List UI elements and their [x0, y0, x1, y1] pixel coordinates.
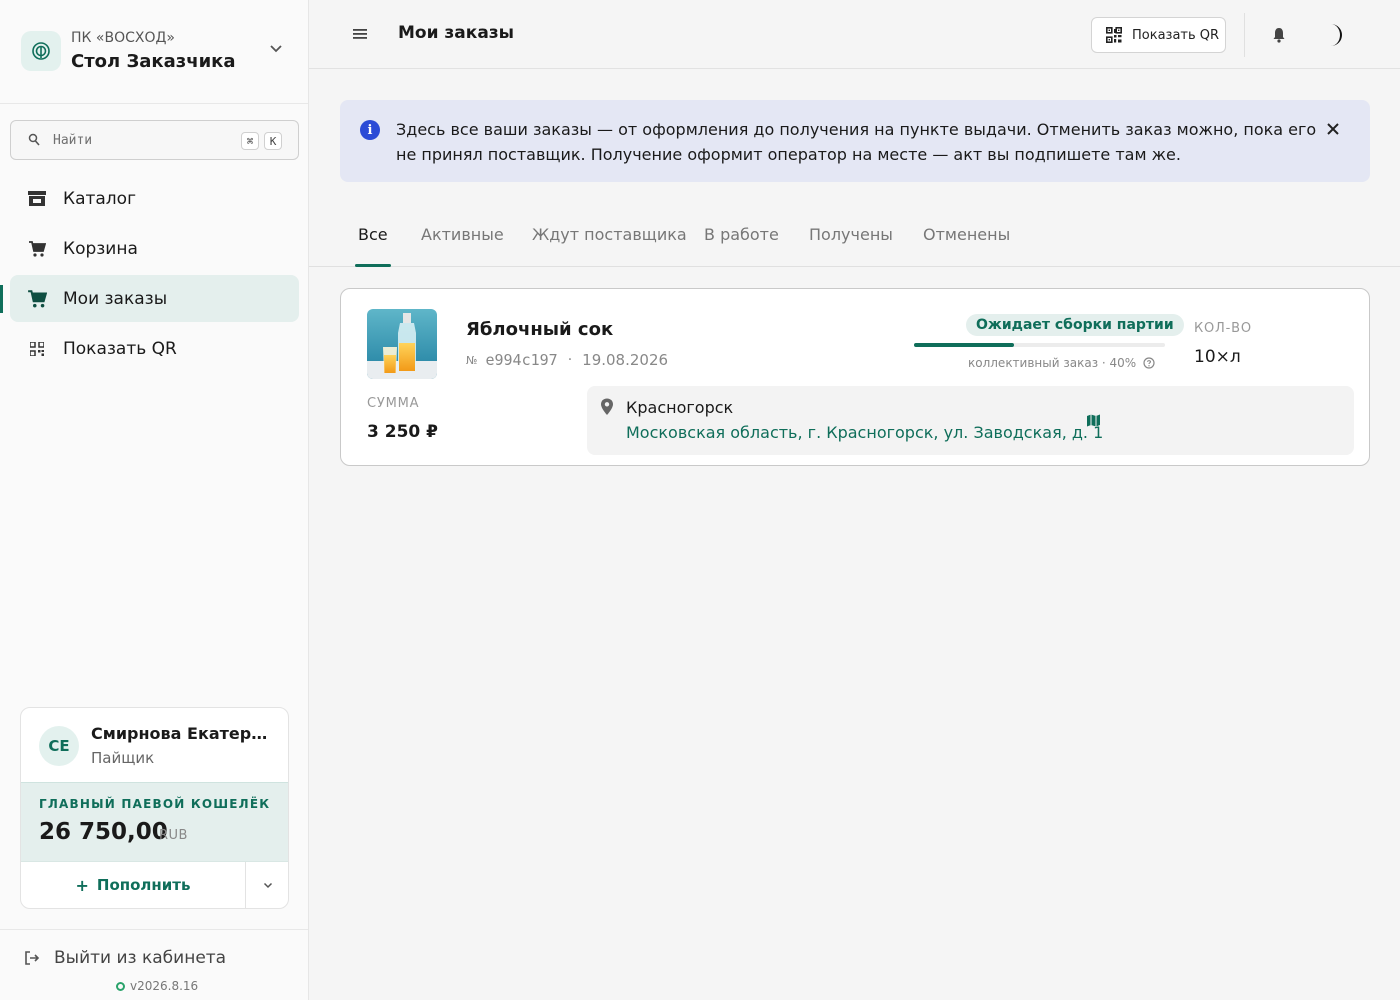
shortcut-cmd-key: ⌘ — [241, 132, 259, 150]
tab-received[interactable]: Получены — [809, 225, 893, 244]
progress-note-text: коллективный заказ · 40% — [968, 356, 1137, 370]
chevron-down-icon[interactable] — [268, 40, 284, 56]
location-pin-icon — [601, 398, 613, 415]
order-date: 19.08.2026 — [582, 351, 669, 369]
brand-switcher[interactable]: ПК «ВОСХОД» Стол Заказчика — [0, 0, 308, 104]
user-name: Смирнова Екатерина — [91, 724, 276, 743]
sidebar-item-cart[interactable]: Корзина — [10, 225, 299, 272]
sidebar-item-label: Корзина — [63, 238, 138, 259]
user-role: Пайщик — [91, 749, 155, 767]
order-tabs: Все Активные Ждут поставщика В работе По… — [309, 205, 1400, 267]
meta-separator: · — [567, 352, 573, 368]
brand-org: ПК «ВОСХОД» — [71, 30, 175, 46]
progress-fill — [914, 343, 1015, 347]
header-divider — [1244, 13, 1245, 57]
logout-button[interactable]: Выйти из кабинета — [24, 948, 226, 968]
product-image — [367, 309, 437, 379]
quantity-value: 10×л — [1194, 347, 1241, 367]
sum-value: 3 250 ₽ — [367, 422, 438, 442]
active-nav-indicator — [0, 285, 3, 313]
plus-icon: + — [75, 875, 89, 895]
avatar: СЕ — [39, 726, 79, 766]
wallet-panel: ГЛАВНЫЙ ПАЕВОЙ КОШЕЛЁК 26 750,00 RUB — [21, 782, 288, 862]
tab-in-progress[interactable]: В работе — [704, 225, 779, 244]
progress-note: коллективный заказ · 40% — [968, 356, 1155, 370]
number-sign: № — [466, 353, 478, 367]
cart-icon — [27, 239, 47, 259]
order-card[interactable]: Яблочный сок № e994c197 · 19.08.2026 Ожи… — [340, 288, 1370, 466]
cart-icon — [27, 289, 47, 309]
brand-logo-icon — [21, 31, 61, 71]
status-badge: Ожидает сборки партии — [966, 314, 1184, 336]
sidebar-item-label: Мои заказы — [63, 288, 168, 309]
help-icon[interactable] — [1143, 357, 1155, 369]
sidebar-item-show-qr[interactable]: Показать QR — [10, 325, 299, 372]
sidebar-item-label: Каталог — [63, 188, 137, 209]
topup-label: Пополнить — [96, 876, 191, 894]
tab-cancelled[interactable]: Отменены — [923, 225, 1010, 244]
search-icon — [28, 133, 40, 146]
sidebar: ПК «ВОСХОД» Стол Заказчика ⌘ K Каталог — [0, 0, 309, 1000]
order-meta: № e994c197 · 19.08.2026 — [466, 351, 668, 369]
product-name: Яблочный сок — [466, 319, 614, 340]
search-box[interactable]: ⌘ K — [10, 120, 299, 160]
status-dot-icon — [116, 981, 125, 991]
order-id: e994c197 — [485, 351, 558, 369]
user-card: СЕ Смирнова Екатерина Пайщик ГЛАВНЫЙ ПАЕ… — [20, 707, 289, 909]
pickup-address: Красногорск Московская область, г. Красн… — [587, 386, 1354, 455]
address-city: Красногорск — [626, 398, 734, 417]
logout-icon — [25, 951, 40, 965]
brand-name: Стол Заказчика — [71, 51, 236, 72]
top-bar: Мои заказы Показать QR — [309, 0, 1400, 69]
info-icon: i — [360, 120, 380, 140]
tab-active[interactable]: Активные — [421, 225, 504, 244]
show-qr-label: Показать QR — [1132, 27, 1220, 43]
collective-progress-bar — [914, 343, 1165, 347]
search-input[interactable] — [53, 121, 233, 159]
sidebar-item-my-orders[interactable]: Мои заказы — [10, 275, 299, 322]
store-icon — [27, 189, 47, 209]
qr-icon — [27, 339, 47, 359]
tab-awaiting-supplier[interactable]: Ждут поставщика — [532, 225, 687, 244]
chevron-down-icon — [263, 882, 273, 889]
sum-label: СУММА — [367, 396, 420, 411]
active-tab-indicator — [355, 264, 391, 267]
logout-label: Выйти из кабинета — [54, 948, 227, 968]
show-qr-button[interactable]: Показать QR — [1091, 17, 1226, 53]
bell-icon[interactable] — [1272, 27, 1286, 43]
address-link[interactable]: Московская область, г. Красногорск, ул. … — [626, 423, 1103, 442]
sidebar-item-catalog[interactable]: Каталог — [10, 175, 299, 222]
page-title: Мои заказы — [398, 23, 515, 43]
topup-button[interactable]: + Пополнить — [21, 862, 245, 908]
wallet-menu-button[interactable] — [245, 862, 288, 908]
sidebar-item-label: Показать QR — [63, 338, 177, 359]
qr-icon — [1106, 27, 1122, 43]
info-banner-text: Здесь все ваши заказы — от оформления до… — [396, 120, 1317, 164]
version-text: v2026.8.16 — [130, 979, 199, 993]
info-banner: i Здесь все ваши заказы — от оформления … — [340, 100, 1370, 182]
quantity-label: КОЛ-ВО — [1194, 321, 1252, 336]
shortcut-k-key: K — [264, 132, 282, 150]
close-icon[interactable] — [1325, 121, 1341, 137]
menu-icon[interactable] — [353, 28, 367, 40]
moon-icon[interactable] — [1325, 22, 1349, 48]
app-version: v2026.8.16 — [116, 979, 198, 993]
wallet-title: ГЛАВНЫЙ ПАЕВОЙ КОШЕЛЁК — [39, 797, 271, 811]
sidebar-footer: Выйти из кабинета v2026.8.16 — [0, 929, 308, 1000]
wallet-balance: 26 750,00 — [39, 819, 168, 845]
map-icon[interactable] — [1086, 413, 1101, 428]
wallet-currency: RUB — [159, 828, 188, 843]
tab-all[interactable]: Все — [358, 225, 388, 244]
